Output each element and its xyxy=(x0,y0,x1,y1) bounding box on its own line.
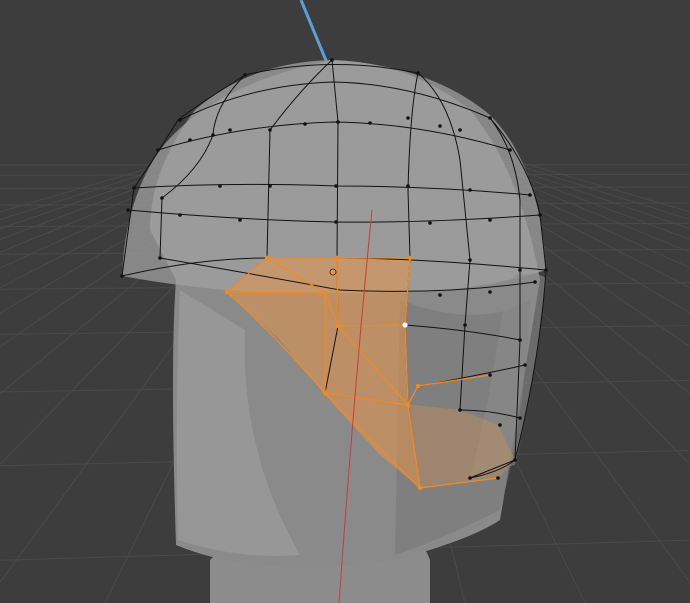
object-origin-icon[interactable] xyxy=(329,268,337,276)
active-vertex-icon[interactable] xyxy=(402,322,408,328)
3d-viewport[interactable] xyxy=(0,0,690,603)
